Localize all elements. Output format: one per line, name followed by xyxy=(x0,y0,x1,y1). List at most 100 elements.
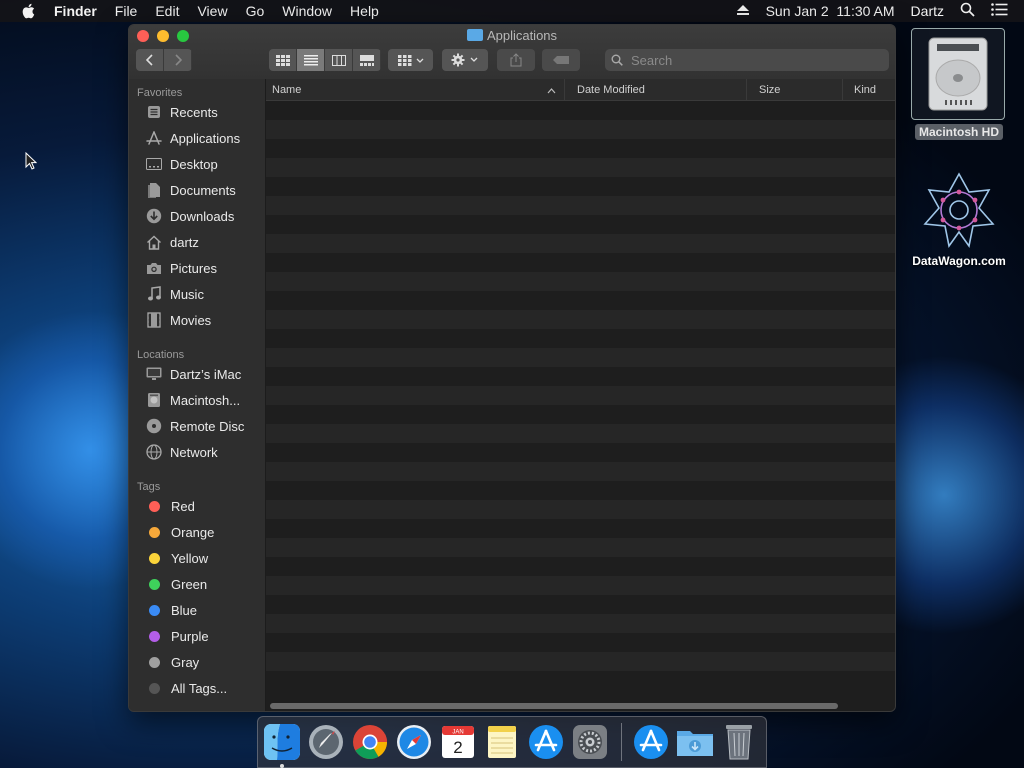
table-row xyxy=(266,310,895,329)
sidebar-item-label: Movies xyxy=(170,312,212,328)
app-store-icon[interactable] xyxy=(527,723,565,761)
file-list: Name Date Modified Size Kind xyxy=(266,79,895,711)
table-row xyxy=(266,557,895,576)
app-store-icon[interactable] xyxy=(632,723,670,761)
launchpad-icon[interactable] xyxy=(307,723,345,761)
menu-help[interactable]: Help xyxy=(350,3,379,19)
applications-icon xyxy=(145,129,163,147)
list-view-button[interactable] xyxy=(297,49,325,71)
group-by-button[interactable] xyxy=(388,49,433,71)
camera-icon xyxy=(145,259,163,277)
sidebar-tag-orange[interactable]: Orange xyxy=(129,519,265,545)
user-menu[interactable]: Dartz xyxy=(911,3,944,19)
column-view-button[interactable] xyxy=(325,49,353,71)
sidebar-item-label: Blue xyxy=(171,602,198,618)
sidebar-item-downloads[interactable]: Downloads xyxy=(129,203,265,229)
search-input[interactable] xyxy=(629,51,873,69)
sidebar-item-movies[interactable]: Movies xyxy=(129,307,265,333)
sidebar-item-pictures[interactable]: Pictures xyxy=(129,255,265,281)
column-header-size[interactable]: Size xyxy=(747,79,843,100)
menu-window[interactable]: Window xyxy=(282,3,332,19)
chrome-icon[interactable] xyxy=(351,723,389,761)
globe-icon xyxy=(145,443,163,461)
sidebar-item-recents[interactable]: Recents xyxy=(129,99,265,125)
tag-color-dot-icon xyxy=(149,604,160,616)
calendar-month: JAN xyxy=(452,730,463,736)
sidebar-item-applications[interactable]: Applications xyxy=(129,125,265,151)
computer-icon xyxy=(145,365,163,383)
sidebar-tag-green[interactable]: Green xyxy=(129,571,265,597)
sidebar-item-label: Desktop xyxy=(170,156,218,172)
tag-color-dot-icon xyxy=(149,682,160,694)
table-row xyxy=(266,519,895,538)
column-header-size-label: Size xyxy=(759,83,781,96)
sidebar-location-network[interactable]: Network xyxy=(129,439,265,465)
icon-view-button[interactable] xyxy=(269,49,297,71)
desktop-icon-label: Macintosh HD xyxy=(914,124,1003,140)
clock-text[interactable]: Sun Jan 2 11:30 AM xyxy=(766,3,895,19)
calendar-icon[interactable]: JAN 2 xyxy=(439,723,477,761)
sidebar-item-label: Gray xyxy=(171,654,200,670)
sidebar-item-desktop[interactable]: Desktop xyxy=(129,151,265,177)
menu-file[interactable]: File xyxy=(115,3,138,19)
favorites-header: Favorites xyxy=(137,87,183,99)
sidebar: Favorites Recents Applications Desktop Docu… xyxy=(129,79,266,711)
sidebar-item-label: Applications xyxy=(170,130,241,146)
menu-view[interactable]: View xyxy=(197,3,227,19)
table-row xyxy=(266,386,895,405)
recents-icon xyxy=(145,103,163,121)
finder-icon[interactable] xyxy=(263,723,301,768)
sidebar-item-label: dartz xyxy=(170,234,199,250)
column-header-date-modified[interactable]: Date Modified xyxy=(565,79,747,100)
downloads-folder-icon[interactable] xyxy=(676,723,714,761)
eject-icon[interactable] xyxy=(736,3,750,19)
menu-go[interactable]: Go xyxy=(246,3,265,19)
sidebar-tag-yellow[interactable]: Yellow xyxy=(129,545,265,571)
sidebar-location-dartz-s-imac[interactable]: Dartz’s iMac xyxy=(129,361,265,387)
column-header-name[interactable]: Name xyxy=(266,79,565,100)
table-row xyxy=(266,196,895,215)
forward-button[interactable] xyxy=(164,49,192,71)
trash-icon[interactable] xyxy=(720,723,758,761)
sidebar-item-documents[interactable]: Documents xyxy=(129,177,265,203)
sort-ascending-icon xyxy=(547,85,556,97)
sidebar-item-label: Music xyxy=(170,286,204,302)
notes-icon[interactable] xyxy=(483,723,521,761)
table-row xyxy=(266,272,895,291)
sidebar-location-remote-disc[interactable]: Remote Disc xyxy=(129,413,265,439)
table-row xyxy=(266,234,895,253)
sidebar-item-dartz[interactable]: dartz xyxy=(129,229,265,255)
sidebar-tag-red[interactable]: Red xyxy=(129,493,265,519)
apple-menu-icon[interactable] xyxy=(20,2,38,20)
tag-color-dot-icon xyxy=(149,630,160,642)
table-row xyxy=(266,215,895,234)
menu-app-name[interactable]: Finder xyxy=(54,3,97,19)
column-header-kind[interactable]: Kind xyxy=(843,79,895,100)
back-button[interactable] xyxy=(136,49,164,71)
desktop-icon-datawagon[interactable]: DataWagon.com xyxy=(903,170,1015,268)
table-row xyxy=(266,633,895,652)
desktop-icon-macintosh-hd[interactable]: Macintosh HD xyxy=(911,28,1007,140)
safari-icon[interactable] xyxy=(395,723,433,761)
sidebar-tag-purple[interactable]: Purple xyxy=(129,623,265,649)
sidebar-item-label: Remote Disc xyxy=(170,418,245,434)
column-header-date-label: Date Modified xyxy=(577,83,645,96)
sidebar-item-label: Red xyxy=(171,498,195,514)
sidebar-tag-gray[interactable]: Gray xyxy=(129,649,265,675)
horizontal-scrollbar[interactable] xyxy=(270,703,838,709)
sidebar-item-music[interactable]: Music xyxy=(129,281,265,307)
search-field[interactable] xyxy=(605,49,889,71)
sidebar-tag-blue[interactable]: Blue xyxy=(129,597,265,623)
system-preferences-icon[interactable] xyxy=(571,723,609,761)
action-gear-button[interactable] xyxy=(442,49,488,71)
menu-edit[interactable]: Edit xyxy=(155,3,179,19)
spotlight-search-icon[interactable] xyxy=(960,2,975,20)
sidebar-item-label: Recents xyxy=(170,104,218,120)
notification-center-icon[interactable] xyxy=(991,3,1008,19)
edit-tags-button[interactable] xyxy=(542,49,580,71)
sidebar-location-macintosh[interactable]: Macintosh... xyxy=(129,387,265,413)
gallery-view-button[interactable] xyxy=(353,49,381,71)
table-row xyxy=(266,291,895,310)
share-button[interactable] xyxy=(497,49,535,71)
sidebar-tag-all-tags[interactable]: All Tags... xyxy=(129,675,265,701)
